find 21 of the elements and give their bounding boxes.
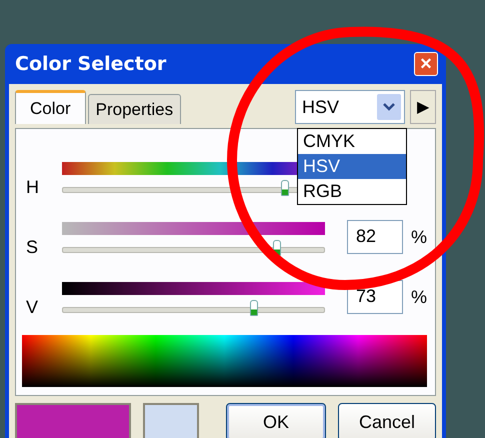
dropdown-option[interactable]: HSV <box>298 154 406 179</box>
slider-thumb[interactable] <box>280 180 289 196</box>
unit-label: % <box>410 286 427 308</box>
channel-label: V <box>25 296 40 318</box>
color-spectrum[interactable] <box>22 335 427 387</box>
chevron-down-icon <box>377 94 401 120</box>
value-field[interactable]: 82 <box>347 220 403 254</box>
channel-label: H <box>25 176 40 198</box>
cancel-button[interactable]: Cancel <box>338 403 436 438</box>
tab[interactable]: Color <box>15 90 86 124</box>
tab[interactable]: Properties <box>88 94 182 124</box>
more-button[interactable]: ▶ <box>410 90 436 124</box>
mode-dropdown[interactable]: HSV <box>295 90 405 124</box>
dropdown-option[interactable]: RGB <box>298 179 406 204</box>
channel-label: S <box>25 236 40 258</box>
ok-button[interactable]: OK <box>226 403 326 438</box>
window-title: Color Selector <box>15 53 166 75</box>
slider-thumb[interactable] <box>250 300 258 316</box>
close-button[interactable]: × <box>414 52 438 76</box>
dropdown-option[interactable]: CMYK <box>298 129 406 154</box>
unit-label: % <box>410 226 427 248</box>
